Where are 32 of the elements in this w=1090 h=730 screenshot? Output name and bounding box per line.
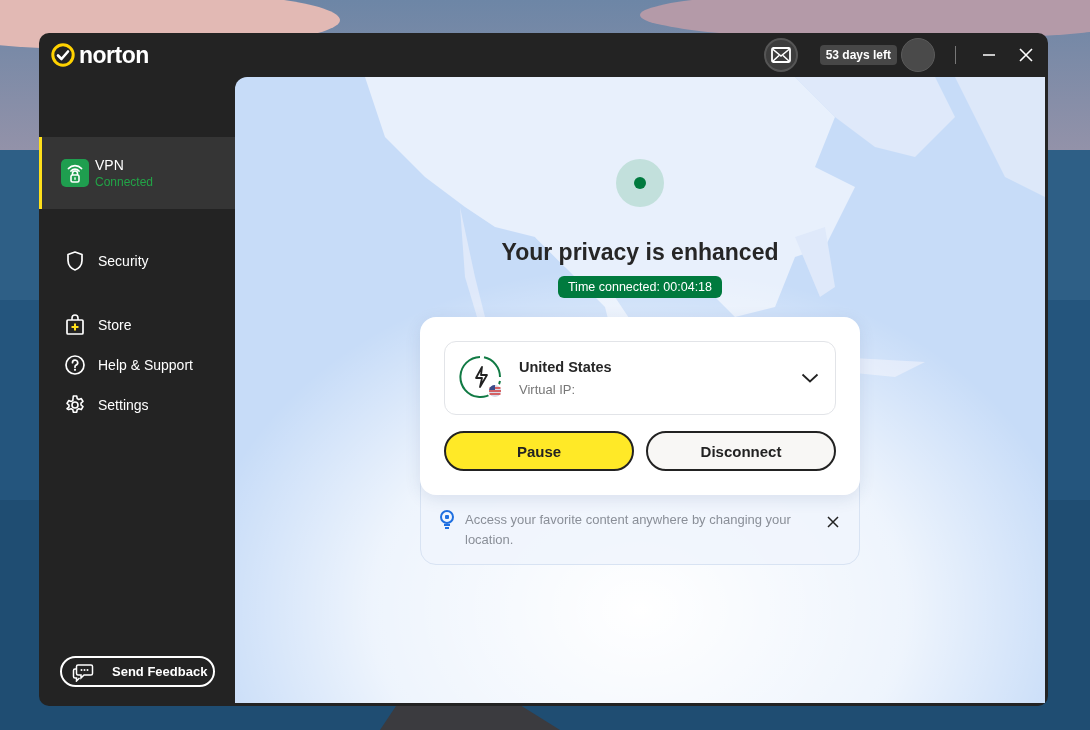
chevron-down-icon [801, 373, 819, 383]
logo-check-icon [51, 43, 75, 67]
pause-button[interactable]: Pause [444, 431, 634, 471]
settings-icon [64, 394, 86, 416]
chat-bubbles-icon [72, 661, 94, 682]
country-name: United States [519, 359, 613, 375]
shopping-bag-icon [64, 314, 86, 336]
sidebar-item[interactable]: Store [39, 305, 235, 345]
trial-days-badge: 53 days left [819, 45, 897, 65]
send-feedback-button[interactable]: Send Feedback [60, 656, 215, 687]
close-button[interactable] [827, 516, 839, 528]
vpn-lock-icon [61, 159, 89, 187]
location-selector[interactable]: United States Virtual IP: [444, 341, 836, 415]
tip-text: Access your favorite content anywhere by changing your location. [465, 511, 792, 549]
status-heading: Your privacy is enhanced [501, 239, 779, 266]
virtual-ip-label: Virtual IP: [519, 382, 577, 397]
sidebar-item[interactable]: Help & Support [39, 345, 235, 385]
sidebar-item[interactable]: Security [39, 241, 235, 281]
time-connected-badge: Time connected: 00:04:18 [557, 276, 723, 298]
sidebar-item[interactable]: VPN Connected [39, 137, 235, 209]
location-pin [616, 159, 664, 207]
status-text: Connected [95, 175, 154, 189]
help-icon [64, 354, 86, 376]
sidebar-item[interactable]: Settings [39, 385, 235, 425]
app-logo-text: norton [79, 41, 149, 69]
envelope-icon [770, 47, 791, 63]
close-icon [827, 516, 839, 528]
mail-button[interactable] [763, 38, 798, 72]
disconnect-button[interactable]: Disconnect [646, 431, 836, 471]
shield-icon [64, 250, 86, 272]
close-icon [1018, 47, 1034, 63]
lightbulb-icon [439, 510, 455, 530]
